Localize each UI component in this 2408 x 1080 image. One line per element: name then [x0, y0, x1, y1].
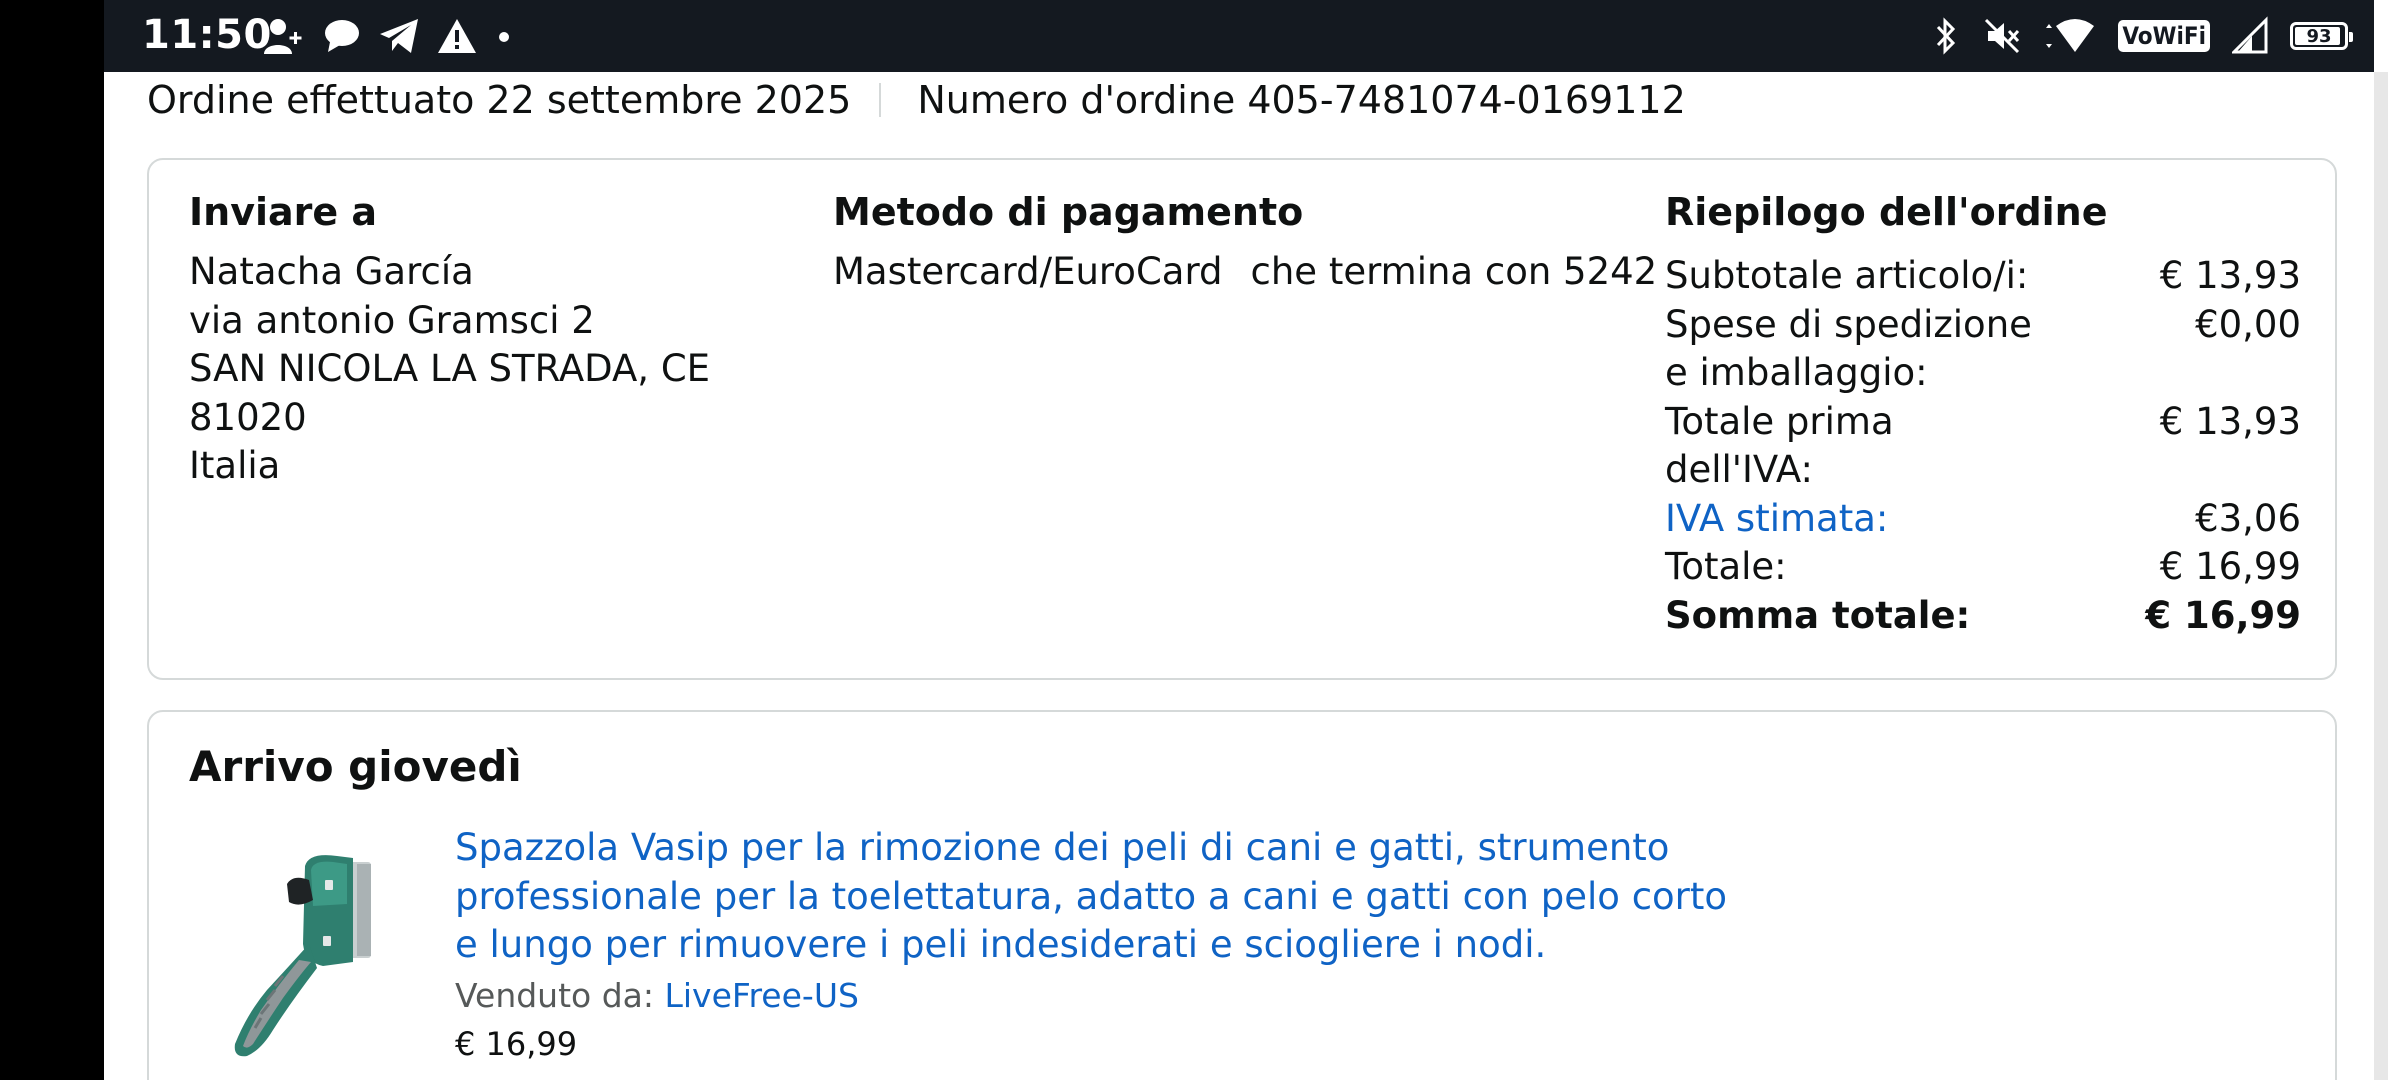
- product-image[interactable]: [213, 844, 409, 1064]
- payment-card-type: Mastercard/EuroCard: [833, 250, 1223, 293]
- warning-icon: [436, 16, 478, 56]
- meta-divider: [879, 83, 882, 117]
- summary-row-before-vat: Totale prima dell'IVA: € 13,93: [1665, 398, 2301, 495]
- left-black-bar: [0, 0, 104, 1080]
- summary-label: Somma totale:: [1665, 593, 1971, 637]
- signal-icon: [2232, 16, 2268, 56]
- vowifi-icon: VoWiFi: [2118, 20, 2210, 52]
- summary-row-grand-total: Somma totale: € 16,99: [1665, 592, 2301, 641]
- shipping-address-section: Inviare a Natacha García via antonio Gra…: [189, 190, 809, 491]
- seller-link[interactable]: LiveFree-US: [665, 976, 859, 1015]
- summary-label: Subtotale articolo/i:: [1665, 254, 2029, 297]
- address-city: SAN NICOLA LA STRADA, CE: [189, 347, 711, 390]
- product-price: € 16,99: [455, 1024, 578, 1063]
- address-postcode: 81020: [189, 395, 307, 439]
- status-time: 11:50: [142, 12, 272, 58]
- summary-row-vat: IVA stimata: €3,06: [1665, 495, 2301, 544]
- seller-line: Venduto da: LiveFree-US: [455, 976, 1745, 1015]
- mute-icon: [1982, 16, 2022, 56]
- summary-label: Totale:: [1665, 545, 1787, 588]
- summary-label: Totale prima dell'IVA:: [1665, 399, 1894, 492]
- order-date: Ordine effettuato 22 settembre 2025: [147, 78, 852, 122]
- status-bar: 11:50 VoWiFi 93: [104, 0, 2408, 72]
- vat-estimate-link[interactable]: IVA stimata:: [1665, 495, 2045, 544]
- summary-value: € 13,93: [2159, 399, 2301, 443]
- summary-row-total: Totale: € 16,99: [1665, 543, 2301, 592]
- battery-level: 93: [2306, 25, 2332, 47]
- system-icons: VoWiFi 93: [1932, 12, 2353, 60]
- payment-card-ending: che termina con 5242: [1250, 250, 1658, 293]
- summary-title: Riepilogo dell'ordine: [1665, 190, 2108, 234]
- shipping-title: Inviare a: [189, 190, 378, 234]
- summary-value: €0,00: [2195, 302, 2301, 346]
- battery-icon: 93: [2290, 22, 2353, 50]
- product-info: Spazzola Vasip per la rimozione dei peli…: [455, 824, 1745, 1063]
- telegram-icon: [378, 16, 420, 56]
- order-summary-section: Riepilogo dell'ordine Subtotale articolo…: [1665, 190, 2301, 640]
- payment-title: Metodo di pagamento: [833, 190, 1304, 234]
- notification-icons: [262, 14, 514, 58]
- sold-by-label: Venduto da:: [455, 975, 654, 1015]
- chat-bubble-icon: [322, 16, 362, 56]
- order-meta: Ordine effettuato 22 settembre 2025 Nume…: [147, 78, 1686, 122]
- summary-label: Spese di spedizione e imballaggio:: [1665, 302, 2032, 395]
- order-number: Numero d'ordine 405-7481074-0169112: [917, 78, 1686, 122]
- shipment-card: Arrivo giovedì Spazzola Vasip per la rim…: [147, 710, 2337, 1080]
- summary-value: € 16,99: [2145, 593, 2301, 637]
- order-info-card: Inviare a Natacha García via antonio Gra…: [147, 158, 2337, 680]
- summary-row-subtotal: Subtotale articolo/i: € 13,93: [1665, 252, 2301, 301]
- product-title-link[interactable]: Spazzola Vasip per la rimozione dei peli…: [455, 824, 1745, 970]
- arrival-heading: Arrivo giovedì: [189, 742, 522, 791]
- summary-value: € 16,99: [2159, 545, 2301, 588]
- summary-value: €3,06: [2195, 496, 2301, 540]
- payment-method-section: Metodo di pagamento Mastercard/EuroCard c…: [833, 190, 1657, 297]
- right-edge: [2374, 0, 2408, 1080]
- address-street: via antonio Gramsci 2: [189, 298, 595, 342]
- summary-value: € 13,93: [2159, 254, 2301, 297]
- bluetooth-icon: [1932, 16, 1960, 56]
- order-details-page: Ordine effettuato 22 settembre 2025 Nume…: [104, 72, 2374, 1080]
- scrollbar-track[interactable]: [2374, 72, 2388, 1080]
- dot-icon: [494, 16, 514, 56]
- summary-row-shipping: Spese di spedizione e imballaggio: €0,00: [1665, 301, 2301, 398]
- wifi-icon: [2044, 16, 2096, 56]
- address-country: Italia: [189, 444, 281, 487]
- pet-grooming-brush-image: [234, 855, 371, 1057]
- address-name: Natacha García: [189, 250, 474, 293]
- person-add-icon: [262, 16, 306, 56]
